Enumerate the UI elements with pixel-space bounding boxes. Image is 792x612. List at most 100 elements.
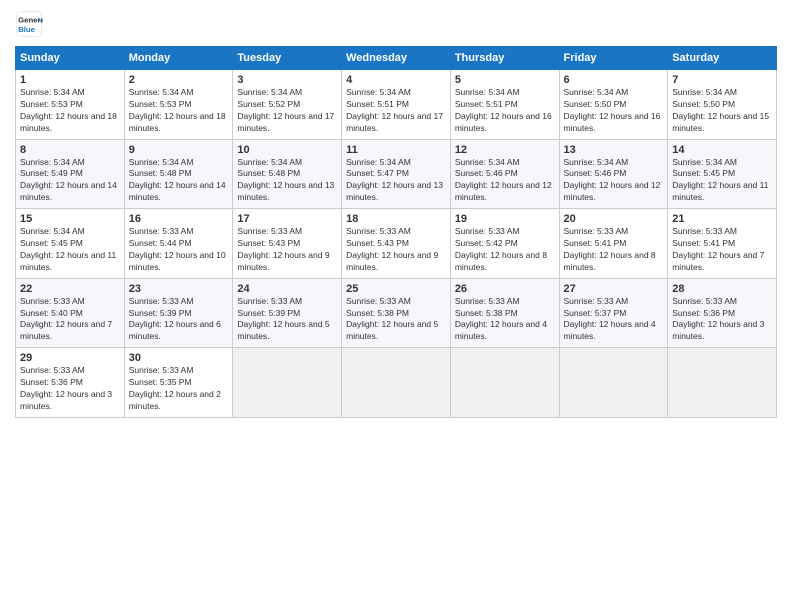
- sunrise-label: Sunrise: 5:34 AM: [564, 157, 629, 167]
- day-info: Sunrise: 5:34 AM Sunset: 5:47 PM Dayligh…: [346, 157, 446, 205]
- sunrise-label: Sunrise: 5:33 AM: [455, 296, 520, 306]
- day-info: Sunrise: 5:33 AM Sunset: 5:35 PM Dayligh…: [129, 365, 229, 413]
- svg-text:Blue: Blue: [18, 25, 36, 34]
- sunset-label: Sunset: 5:52 PM: [237, 99, 300, 109]
- sunset-label: Sunset: 5:41 PM: [672, 238, 735, 248]
- header: General Blue: [15, 10, 777, 38]
- sunrise-label: Sunrise: 5:33 AM: [455, 226, 520, 236]
- sunrise-label: Sunrise: 5:34 AM: [455, 157, 520, 167]
- daylight-label: Daylight: 12 hours and 18 minutes.: [20, 111, 117, 133]
- day-number: 1: [20, 74, 120, 86]
- sunrise-label: Sunrise: 5:33 AM: [672, 226, 737, 236]
- day-number: 17: [237, 213, 337, 225]
- header-friday: Friday: [559, 47, 668, 70]
- sunset-label: Sunset: 5:35 PM: [129, 377, 192, 387]
- daylight-label: Daylight: 12 hours and 16 minutes.: [455, 111, 552, 133]
- calendar-cell: 23 Sunrise: 5:33 AM Sunset: 5:39 PM Dayl…: [124, 278, 233, 348]
- sunset-label: Sunset: 5:48 PM: [237, 168, 300, 178]
- day-number: 7: [672, 74, 772, 86]
- calendar-cell: 22 Sunrise: 5:33 AM Sunset: 5:40 PM Dayl…: [16, 278, 125, 348]
- sunset-label: Sunset: 5:42 PM: [455, 238, 518, 248]
- day-number: 15: [20, 213, 120, 225]
- sunrise-label: Sunrise: 5:34 AM: [346, 157, 411, 167]
- day-number: 6: [564, 74, 664, 86]
- day-info: Sunrise: 5:34 AM Sunset: 5:51 PM Dayligh…: [346, 87, 446, 135]
- calendar-cell: 25 Sunrise: 5:33 AM Sunset: 5:38 PM Dayl…: [342, 278, 451, 348]
- sunrise-label: Sunrise: 5:33 AM: [129, 226, 194, 236]
- daylight-label: Daylight: 12 hours and 8 minutes.: [455, 250, 547, 272]
- calendar-cell: 16 Sunrise: 5:33 AM Sunset: 5:44 PM Dayl…: [124, 209, 233, 279]
- sunrise-label: Sunrise: 5:33 AM: [129, 296, 194, 306]
- day-number: 13: [564, 144, 664, 156]
- day-number: 16: [129, 213, 229, 225]
- header-monday: Monday: [124, 47, 233, 70]
- sunset-label: Sunset: 5:36 PM: [20, 377, 83, 387]
- daylight-label: Daylight: 12 hours and 7 minutes.: [672, 250, 764, 272]
- day-info: Sunrise: 5:34 AM Sunset: 5:52 PM Dayligh…: [237, 87, 337, 135]
- sunset-label: Sunset: 5:40 PM: [20, 308, 83, 318]
- day-info: Sunrise: 5:34 AM Sunset: 5:49 PM Dayligh…: [20, 157, 120, 205]
- daylight-label: Daylight: 12 hours and 15 minutes.: [672, 111, 769, 133]
- sunrise-label: Sunrise: 5:34 AM: [237, 87, 302, 97]
- calendar-cell: 21 Sunrise: 5:33 AM Sunset: 5:41 PM Dayl…: [668, 209, 777, 279]
- day-info: Sunrise: 5:34 AM Sunset: 5:48 PM Dayligh…: [129, 157, 229, 205]
- day-number: 8: [20, 144, 120, 156]
- calendar-cell: 15 Sunrise: 5:34 AM Sunset: 5:45 PM Dayl…: [16, 209, 125, 279]
- calendar-cell: 7 Sunrise: 5:34 AM Sunset: 5:50 PM Dayli…: [668, 70, 777, 140]
- page: General Blue Sunday Monday Tuesday Wedne…: [0, 0, 792, 612]
- day-number: 11: [346, 144, 446, 156]
- day-info: Sunrise: 5:34 AM Sunset: 5:53 PM Dayligh…: [20, 87, 120, 135]
- calendar-cell: 5 Sunrise: 5:34 AM Sunset: 5:51 PM Dayli…: [450, 70, 559, 140]
- daylight-label: Daylight: 12 hours and 3 minutes.: [672, 319, 764, 341]
- sunrise-label: Sunrise: 5:34 AM: [672, 157, 737, 167]
- daylight-label: Daylight: 12 hours and 4 minutes.: [455, 319, 547, 341]
- daylight-label: Daylight: 12 hours and 18 minutes.: [129, 111, 226, 133]
- daylight-label: Daylight: 12 hours and 16 minutes.: [564, 111, 661, 133]
- sunset-label: Sunset: 5:43 PM: [346, 238, 409, 248]
- calendar-week-row: 8 Sunrise: 5:34 AM Sunset: 5:49 PM Dayli…: [16, 139, 777, 209]
- day-number: 22: [20, 283, 120, 295]
- day-number: 29: [20, 352, 120, 364]
- calendar-cell: 30 Sunrise: 5:33 AM Sunset: 5:35 PM Dayl…: [124, 348, 233, 418]
- daylight-label: Daylight: 12 hours and 13 minutes.: [346, 180, 443, 202]
- day-info: Sunrise: 5:33 AM Sunset: 5:39 PM Dayligh…: [129, 296, 229, 344]
- day-info: Sunrise: 5:33 AM Sunset: 5:41 PM Dayligh…: [564, 226, 664, 274]
- daylight-label: Daylight: 12 hours and 17 minutes.: [346, 111, 443, 133]
- daylight-label: Daylight: 12 hours and 5 minutes.: [346, 319, 438, 341]
- calendar-week-row: 15 Sunrise: 5:34 AM Sunset: 5:45 PM Dayl…: [16, 209, 777, 279]
- daylight-label: Daylight: 12 hours and 3 minutes.: [20, 389, 112, 411]
- calendar-cell: 14 Sunrise: 5:34 AM Sunset: 5:45 PM Dayl…: [668, 139, 777, 209]
- sunrise-label: Sunrise: 5:34 AM: [455, 87, 520, 97]
- day-info: Sunrise: 5:33 AM Sunset: 5:36 PM Dayligh…: [672, 296, 772, 344]
- sunrise-label: Sunrise: 5:34 AM: [129, 157, 194, 167]
- daylight-label: Daylight: 12 hours and 9 minutes.: [237, 250, 329, 272]
- daylight-label: Daylight: 12 hours and 11 minutes.: [20, 250, 116, 272]
- logo: General Blue: [15, 10, 43, 38]
- sunset-label: Sunset: 5:39 PM: [129, 308, 192, 318]
- calendar-cell: 26 Sunrise: 5:33 AM Sunset: 5:38 PM Dayl…: [450, 278, 559, 348]
- sunset-label: Sunset: 5:50 PM: [564, 99, 627, 109]
- calendar-cell: 6 Sunrise: 5:34 AM Sunset: 5:50 PM Dayli…: [559, 70, 668, 140]
- day-info: Sunrise: 5:34 AM Sunset: 5:48 PM Dayligh…: [237, 157, 337, 205]
- sunrise-label: Sunrise: 5:33 AM: [346, 226, 411, 236]
- sunrise-label: Sunrise: 5:33 AM: [129, 365, 194, 375]
- sunset-label: Sunset: 5:49 PM: [20, 168, 83, 178]
- calendar-cell: 18 Sunrise: 5:33 AM Sunset: 5:43 PM Dayl…: [342, 209, 451, 279]
- daylight-label: Daylight: 12 hours and 11 minutes.: [672, 180, 768, 202]
- day-number: 14: [672, 144, 772, 156]
- daylight-label: Daylight: 12 hours and 7 minutes.: [20, 319, 112, 341]
- calendar-week-row: 22 Sunrise: 5:33 AM Sunset: 5:40 PM Dayl…: [16, 278, 777, 348]
- header-wednesday: Wednesday: [342, 47, 451, 70]
- sunset-label: Sunset: 5:51 PM: [455, 99, 518, 109]
- sunrise-label: Sunrise: 5:33 AM: [237, 226, 302, 236]
- day-info: Sunrise: 5:33 AM Sunset: 5:43 PM Dayligh…: [346, 226, 446, 274]
- calendar-cell: 10 Sunrise: 5:34 AM Sunset: 5:48 PM Dayl…: [233, 139, 342, 209]
- calendar-cell: [233, 348, 342, 418]
- day-number: 26: [455, 283, 555, 295]
- sunset-label: Sunset: 5:38 PM: [455, 308, 518, 318]
- sunrise-label: Sunrise: 5:33 AM: [564, 226, 629, 236]
- day-number: 2: [129, 74, 229, 86]
- daylight-label: Daylight: 12 hours and 14 minutes.: [129, 180, 226, 202]
- calendar-cell: 28 Sunrise: 5:33 AM Sunset: 5:36 PM Dayl…: [668, 278, 777, 348]
- day-number: 3: [237, 74, 337, 86]
